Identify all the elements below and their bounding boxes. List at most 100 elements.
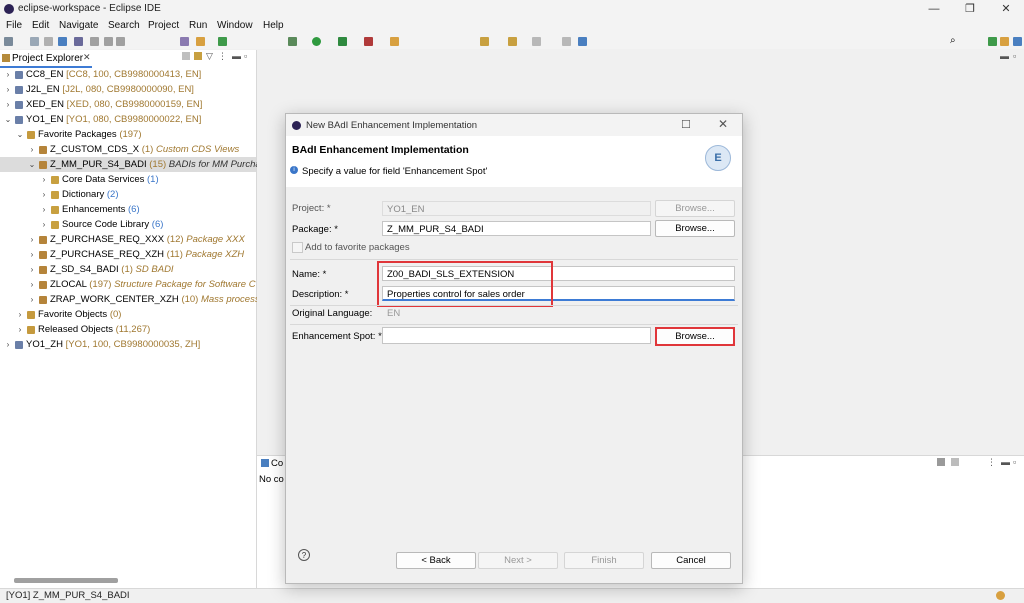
chevron-right-icon[interactable]: › (28, 292, 36, 307)
tree-item[interactable]: › Z_PURCHASE_REQ_XXX (12) Package XXX (0, 232, 256, 247)
tree-item[interactable]: › Z_SD_S4_BADI (1) SD BADI (0, 262, 256, 277)
minimize-editor-icon[interactable]: ▬ (1000, 51, 1009, 61)
menu-window[interactable]: Window (217, 20, 253, 31)
chevron-right-icon[interactable]: › (40, 202, 48, 217)
maximize-console-icon[interactable]: ▫ (1013, 457, 1016, 467)
forward-nav-icon[interactable] (532, 37, 541, 46)
restore-button[interactable]: ❐ (952, 0, 988, 18)
chevron-right-icon[interactable]: › (28, 232, 36, 247)
cancel-button[interactable]: Cancel (651, 552, 731, 569)
task-icon[interactable] (180, 37, 189, 46)
terminate-icon[interactable] (116, 37, 125, 46)
tree-item[interactable]: › CC8_EN [CC8, 100, CB9980000413, EN] (0, 67, 256, 82)
tree-item[interactable]: › Enhancements (6) (0, 202, 256, 217)
tree-item[interactable]: › XED_EN [XED, 080, CB9980000159, EN] (0, 97, 256, 112)
minimize-button[interactable]: — (916, 0, 952, 18)
chevron-right-icon[interactable]: › (28, 277, 36, 292)
open-console-icon[interactable] (937, 458, 945, 466)
run-as-icon[interactable] (338, 37, 347, 46)
prev-edit-icon[interactable] (508, 37, 517, 46)
chevron-right-icon[interactable]: › (16, 307, 24, 322)
dialog-maximize-button[interactable]: ☐ (681, 118, 691, 131)
chevron-right-icon[interactable]: › (40, 172, 48, 187)
menu-run[interactable]: Run (189, 20, 207, 31)
menu-project[interactable]: Project (148, 20, 179, 31)
menu-file[interactable]: File (6, 20, 22, 31)
enhancement-spot-field[interactable] (382, 327, 651, 344)
chevron-down-icon[interactable]: ⌄ (28, 157, 36, 172)
debug-icon[interactable] (288, 37, 297, 46)
chevron-right-icon[interactable]: › (16, 322, 24, 337)
filter-icon[interactable]: ▽ (206, 51, 213, 62)
link-editor-icon[interactable] (194, 52, 202, 60)
tree-item[interactable]: › Z_CUSTOM_CDS_X (1) Custom CDS Views (0, 142, 256, 157)
suspend-icon[interactable] (104, 37, 113, 46)
maximize-view-icon[interactable]: ▫ (244, 51, 247, 61)
open-type-icon[interactable] (390, 37, 399, 46)
back-nav-icon[interactable] (480, 37, 489, 46)
connect-icon[interactable] (74, 37, 83, 46)
notification-icon[interactable] (996, 591, 1005, 600)
add-to-favorite-checkbox[interactable] (292, 242, 303, 253)
chevron-down-icon[interactable]: ⌄ (16, 127, 24, 142)
pin-icon[interactable] (562, 37, 571, 46)
chevron-right-icon[interactable]: › (4, 82, 12, 97)
menu-edit[interactable]: Edit (32, 20, 49, 31)
chevron-right-icon[interactable]: › (4, 97, 12, 112)
external-tools-icon[interactable] (364, 37, 373, 46)
chevron-right-icon[interactable]: › (4, 67, 12, 82)
debug-perspective-icon[interactable] (1013, 37, 1022, 46)
display-console-icon[interactable] (951, 458, 959, 466)
dialog-close-button[interactable]: ✕ (718, 117, 728, 131)
menu-search[interactable]: Search (108, 20, 140, 31)
chevron-right-icon[interactable]: › (28, 142, 36, 157)
tree-item[interactable]: › Z_PURCHASE_REQ_XZH (11) Package XZH (0, 247, 256, 262)
terminal-icon[interactable] (58, 37, 67, 46)
run-icon[interactable] (312, 37, 321, 46)
abap-perspective-icon[interactable] (988, 37, 997, 46)
collapse-all-icon[interactable] (182, 52, 190, 60)
tree-item[interactable]: › Favorite Objects (0) (0, 307, 256, 322)
menu-navigate[interactable]: Navigate (59, 20, 98, 31)
chevron-right-icon[interactable]: › (40, 187, 48, 202)
new-icon[interactable] (4, 37, 13, 46)
chevron-right-icon[interactable]: › (28, 247, 36, 262)
menu-help[interactable]: Help (263, 20, 284, 31)
tree-item[interactable]: › Core Data Services (1) (0, 172, 256, 187)
package-field[interactable]: Z_MM_PUR_S4_BADI (382, 221, 651, 236)
minimize-console-icon[interactable]: ▬ (1001, 457, 1010, 467)
back-button[interactable]: < Back (396, 552, 476, 569)
tree-item[interactable]: › ZRAP_WORK_CENTER_XZH (10) Mass processi… (0, 292, 273, 307)
horizontal-scrollbar[interactable] (14, 578, 118, 583)
tree-item[interactable]: › ZLOCAL (197) Structure Package for Soft… (0, 277, 256, 292)
tab-project-explorer[interactable]: Project Explorer ✕ (0, 50, 92, 68)
package-browse-button[interactable]: Browse... (655, 220, 735, 237)
tree-item[interactable]: ⌄ Z_MM_PUR_S4_BADI (15) BADIs for MM Purc… (0, 157, 261, 172)
chevron-right-icon[interactable]: › (40, 217, 48, 232)
save-all-icon[interactable] (44, 37, 53, 46)
save-icon[interactable] (30, 37, 39, 46)
chevron-right-icon[interactable]: › (28, 262, 36, 277)
tree-item[interactable]: ⌄ YO1_EN [YO1, 080, CB9980000022, EN] (0, 112, 256, 127)
tree-item[interactable]: › Dictionary (2) (0, 187, 256, 202)
tree-item[interactable]: › YO1_ZH [YO1, 100, CB9980000035, ZH] (0, 337, 256, 352)
minimize-view-icon[interactable]: ▬ (232, 51, 241, 61)
console-menu-icon[interactable]: ⋮ (987, 457, 996, 468)
close-icon[interactable]: ✕ (83, 52, 91, 63)
close-window-button[interactable]: ✕ (988, 0, 1024, 18)
maximize-editor-icon[interactable]: ▫ (1013, 51, 1016, 61)
view-menu-icon[interactable]: ⋮ (218, 51, 227, 62)
package-icon[interactable] (196, 37, 205, 46)
console-tab-label[interactable]: Co (271, 458, 283, 469)
search-icon[interactable]: ⌕ (950, 35, 956, 46)
tree-item[interactable]: › Released Objects (11,267) (0, 322, 256, 337)
chevron-right-icon[interactable]: › (4, 337, 12, 352)
step-icon[interactable] (90, 37, 99, 46)
java-perspective-icon[interactable] (1000, 37, 1009, 46)
help-icon[interactable]: ? (298, 549, 310, 561)
tree-item[interactable]: › Source Code Library (6) (0, 217, 256, 232)
tree-item[interactable]: ⌄ Favorite Packages (197) (0, 127, 256, 142)
console-icon[interactable] (578, 37, 587, 46)
tree-item[interactable]: › J2L_EN [J2L, 080, CB9980000090, EN] (0, 82, 256, 97)
chevron-down-icon[interactable]: ⌄ (4, 112, 12, 127)
